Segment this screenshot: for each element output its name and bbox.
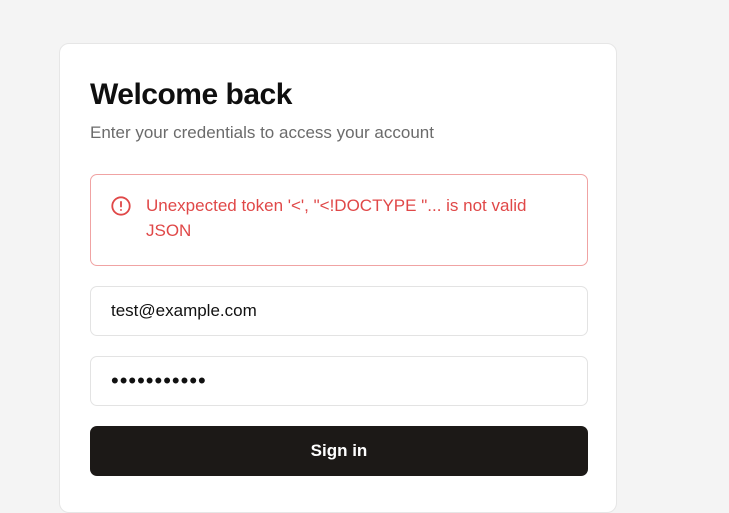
password-field[interactable] <box>90 356 588 406</box>
alert-circle-icon <box>111 196 131 216</box>
sign-in-button[interactable]: Sign in <box>90 426 588 476</box>
email-field[interactable] <box>90 286 588 336</box>
page-title: Welcome back <box>90 78 292 111</box>
error-message: Unexpected token '<', "<!DOCTYPE "... is… <box>146 196 527 240</box>
error-alert: Unexpected token '<', "<!DOCTYPE "... is… <box>90 174 588 266</box>
login-card: Welcome back Enter your credentials to a… <box>59 43 617 513</box>
page-subtitle: Enter your credentials to access your ac… <box>90 123 434 142</box>
